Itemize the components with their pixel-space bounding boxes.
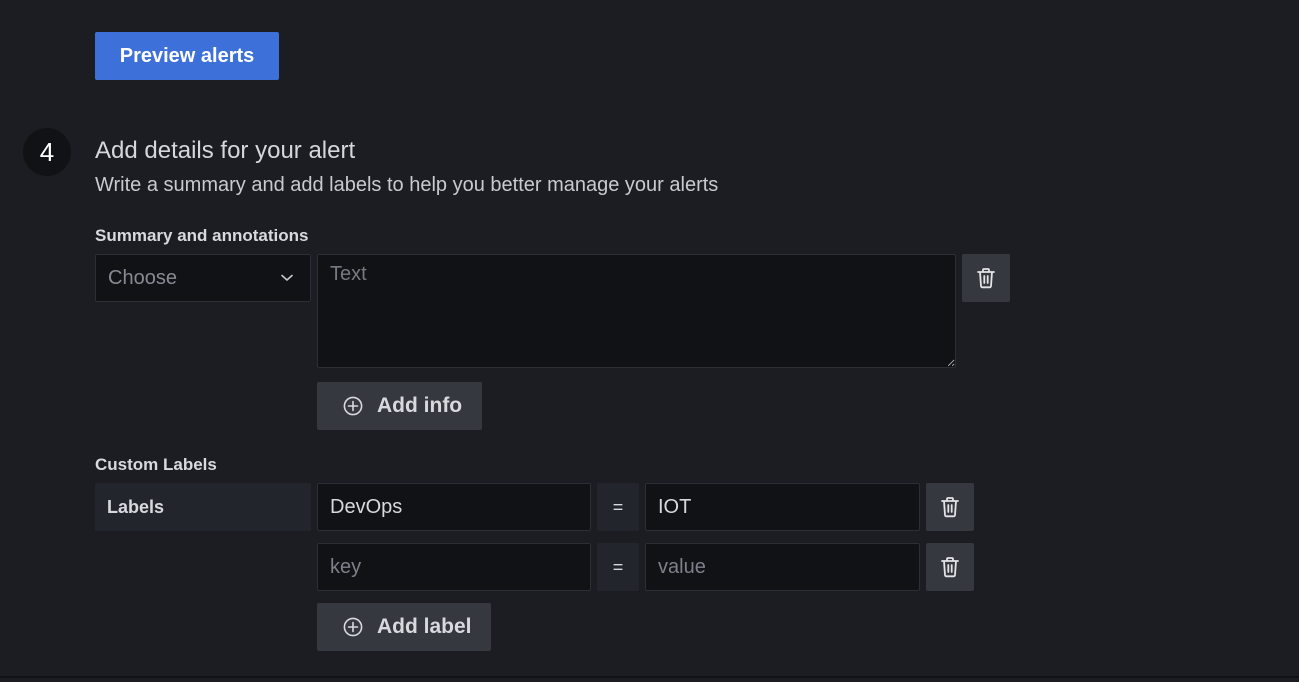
plus-circle-icon bbox=[343, 617, 363, 637]
label-key-input[interactable] bbox=[317, 543, 591, 591]
custom-labels-label: Custom Labels bbox=[95, 455, 217, 474]
labels-caption: Labels bbox=[95, 483, 311, 531]
delete-label-button[interactable] bbox=[926, 483, 974, 531]
annotation-type-select[interactable]: Choose bbox=[95, 254, 311, 302]
label-equals-sign: = bbox=[597, 483, 639, 531]
trash-icon bbox=[976, 267, 996, 289]
delete-label-button[interactable] bbox=[926, 543, 974, 591]
section-subtitle: Write a summary and add labels to help y… bbox=[95, 174, 719, 196]
add-label-button[interactable]: Add label bbox=[317, 603, 491, 651]
trash-icon bbox=[940, 556, 960, 578]
preview-alerts-button[interactable]: Preview alerts bbox=[95, 32, 279, 80]
add-label-label: Add label bbox=[377, 615, 472, 638]
section-divider bbox=[0, 676, 1299, 678]
plus-circle-icon bbox=[343, 396, 363, 416]
add-info-button[interactable]: Add info bbox=[317, 382, 482, 430]
label-value-input[interactable] bbox=[645, 483, 920, 531]
add-info-label: Add info bbox=[377, 394, 463, 417]
summary-annotations-label: Summary and annotations bbox=[95, 226, 309, 245]
trash-icon bbox=[940, 496, 960, 518]
label-equals-sign: = bbox=[597, 543, 639, 591]
delete-annotation-button[interactable] bbox=[962, 254, 1010, 302]
chevron-down-icon bbox=[280, 271, 294, 285]
annotation-text-area[interactable] bbox=[317, 254, 956, 368]
section-title: Add details for your alert bbox=[95, 137, 356, 164]
label-value-input[interactable] bbox=[645, 543, 920, 591]
annotation-type-placeholder: Choose bbox=[108, 266, 177, 289]
label-key-input[interactable] bbox=[317, 483, 591, 531]
step-number-badge: 4 bbox=[23, 128, 71, 176]
